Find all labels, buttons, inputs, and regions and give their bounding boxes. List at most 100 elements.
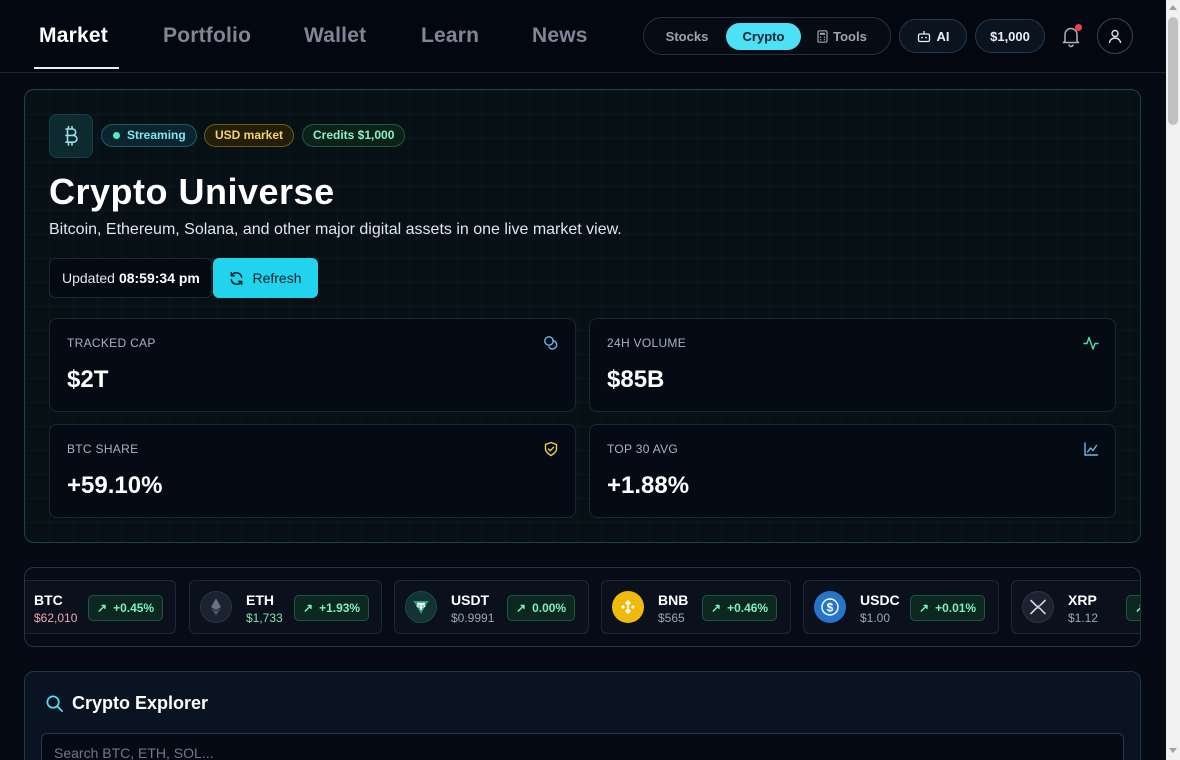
stat-card-btc-share: BTC SHARE +59.10%	[49, 424, 576, 518]
tether-icon	[405, 591, 437, 623]
arrow-up-right-icon: ↗	[711, 601, 722, 615]
stat-value: +59.10%	[67, 472, 163, 499]
page-title: Crypto Universe	[49, 171, 335, 212]
crypto-search-input[interactable]	[41, 733, 1124, 760]
scroll-down-arrow[interactable]	[1169, 748, 1177, 753]
streaming-badge: Streaming	[101, 124, 197, 147]
ticker-price: $565	[658, 611, 685, 625]
top-nav-bar: Market Portfolio Wallet Learn News Stock…	[0, 0, 1166, 73]
calculator-icon	[817, 30, 828, 43]
usd-market-badge: USD market	[204, 124, 295, 147]
bitcoin-icon	[49, 114, 93, 158]
explorer-title: Crypto Explorer	[72, 693, 209, 713]
streaming-badge-label: Streaming	[127, 128, 186, 142]
bnb-icon	[612, 591, 644, 623]
user-icon	[1108, 29, 1122, 43]
ticker-change-badge: ↗ 0.00%	[507, 595, 576, 621]
ticker-price: $1.12	[1068, 611, 1099, 625]
ticker-item-usdt[interactable]: USDT $0.9991 ↗ 0.00%	[394, 580, 589, 634]
search-icon	[46, 695, 63, 712]
ai-assistant-button[interactable]: AI	[899, 19, 967, 53]
balance-button[interactable]: $1,000	[975, 19, 1045, 53]
ticker-change-badge: ↗ +0.46%	[702, 595, 778, 621]
ticker-change-badge: ↗ +1.93%	[294, 595, 370, 621]
svg-text:$: $	[827, 601, 834, 615]
ticker-price: $1.00	[860, 611, 891, 625]
ticker-change-badge: ↗ +0.45%	[88, 595, 164, 621]
ticker-price: $62,010	[34, 611, 78, 625]
segment-tools-label: Tools	[833, 29, 867, 44]
arrow-up-right-icon: ↗	[516, 601, 527, 615]
ticker-change-badge: ↗ +0.01%	[910, 595, 986, 621]
ai-button-label: AI	[936, 28, 950, 44]
ticker-symbol: BNB	[658, 592, 689, 608]
ticker-change: +1.93%	[319, 601, 361, 615]
arrow-up-right-icon: ↗	[1135, 601, 1140, 615]
shield-icon	[544, 441, 558, 457]
credits-badge: Credits $1,000	[302, 124, 406, 147]
ticker-item-eth[interactable]: ETH $1,733 ↗ +1.93%	[189, 580, 382, 634]
ticker-change: +0.45%	[113, 601, 155, 615]
stat-card-top30-avg: TOP 30 AVG +1.88%	[589, 424, 1116, 518]
ticker-item-xrp[interactable]: XRP $1.12 ↗+	[1011, 580, 1140, 634]
ticker-item-bnb[interactable]: BNB $565 ↗ +0.46%	[601, 580, 791, 634]
ticker-price: $0.9991	[451, 611, 495, 625]
ticker-change: 0.00%	[532, 601, 567, 615]
segment-tools[interactable]: Tools	[807, 23, 877, 50]
nav-tab-news[interactable]: News	[532, 24, 588, 48]
ticker-change: +0.46%	[727, 601, 769, 615]
stat-label: TOP 30 AVG	[607, 442, 679, 456]
segment-crypto[interactable]: Crypto	[726, 23, 801, 50]
stat-label: BTC SHARE	[67, 442, 139, 456]
balance-label: $1,000	[990, 28, 1030, 44]
arrow-up-right-icon: ↗	[97, 601, 108, 615]
ticker-item-btc[interactable]: BTC $62,010 ↗ +0.45%	[25, 580, 176, 634]
scrollbar-thumb[interactable]	[1168, 17, 1178, 125]
ethereum-icon	[200, 591, 232, 623]
stat-value: $85B	[607, 366, 665, 393]
page-scrollbar[interactable]	[1166, 0, 1180, 760]
nav-tab-wallet[interactable]: Wallet	[304, 24, 366, 48]
refresh-icon	[231, 271, 243, 285]
ticker-symbol: XRP	[1068, 592, 1097, 608]
coins-icon	[544, 336, 558, 350]
line-chart-icon	[1084, 442, 1099, 456]
robot-icon	[917, 30, 930, 42]
market-type-switcher: Stocks Crypto Tools	[643, 17, 891, 55]
stat-label: 24H VOLUME	[607, 336, 687, 350]
ticker-change: +0.01%	[935, 601, 977, 615]
stat-card-tracked-cap: TRACKED CAP $2T	[49, 318, 576, 412]
ticker-symbol: USDC	[860, 592, 900, 608]
nav-tab-portfolio[interactable]: Portfolio	[163, 24, 251, 48]
stat-value: +1.88%	[607, 472, 690, 499]
explorer-heading: Crypto Explorer	[45, 693, 208, 714]
stat-card-24h-volume: 24H VOLUME $85B	[589, 318, 1116, 412]
segment-stocks[interactable]: Stocks	[652, 23, 722, 50]
arrow-up-right-icon: ↗	[303, 601, 314, 615]
nav-tab-market[interactable]: Market	[39, 24, 108, 48]
user-avatar-button[interactable]	[1097, 18, 1133, 54]
updated-time: 08:59:34 pm	[118, 270, 200, 286]
notification-dot	[1075, 24, 1082, 31]
nav-tab-learn[interactable]: Learn	[421, 24, 479, 48]
updated-label: Updated	[62, 270, 115, 286]
stat-label: TRACKED CAP	[67, 336, 156, 350]
stat-value: $2T	[67, 366, 109, 393]
price-ticker-strip: BTC $62,010 ↗ +0.45% ETH $1,733 ↗ +1.93% U…	[24, 567, 1141, 647]
refresh-label: Refresh	[252, 270, 302, 286]
scroll-up-arrow[interactable]	[1169, 5, 1177, 10]
ticker-item-usdc[interactable]: $ USDC $1.00 ↗ +0.01%	[803, 580, 999, 634]
activity-icon	[1083, 336, 1099, 350]
ticker-symbol: USDT	[451, 592, 490, 608]
ticker-symbol: ETH	[246, 592, 274, 608]
refresh-button[interactable]: Refresh	[213, 258, 318, 298]
ticker-symbol: BTC	[34, 592, 63, 608]
ticker-change-badge: ↗+	[1126, 595, 1140, 621]
usdc-icon: $	[814, 591, 846, 623]
live-dot	[113, 132, 120, 139]
page-subtitle: Bitcoin, Ethereum, Solana, and other maj…	[49, 221, 622, 238]
active-tab-underline	[34, 67, 119, 69]
ticker-price: $1,733	[246, 611, 283, 625]
arrow-up-right-icon: ↗	[919, 601, 930, 615]
xrp-icon	[1022, 591, 1054, 623]
